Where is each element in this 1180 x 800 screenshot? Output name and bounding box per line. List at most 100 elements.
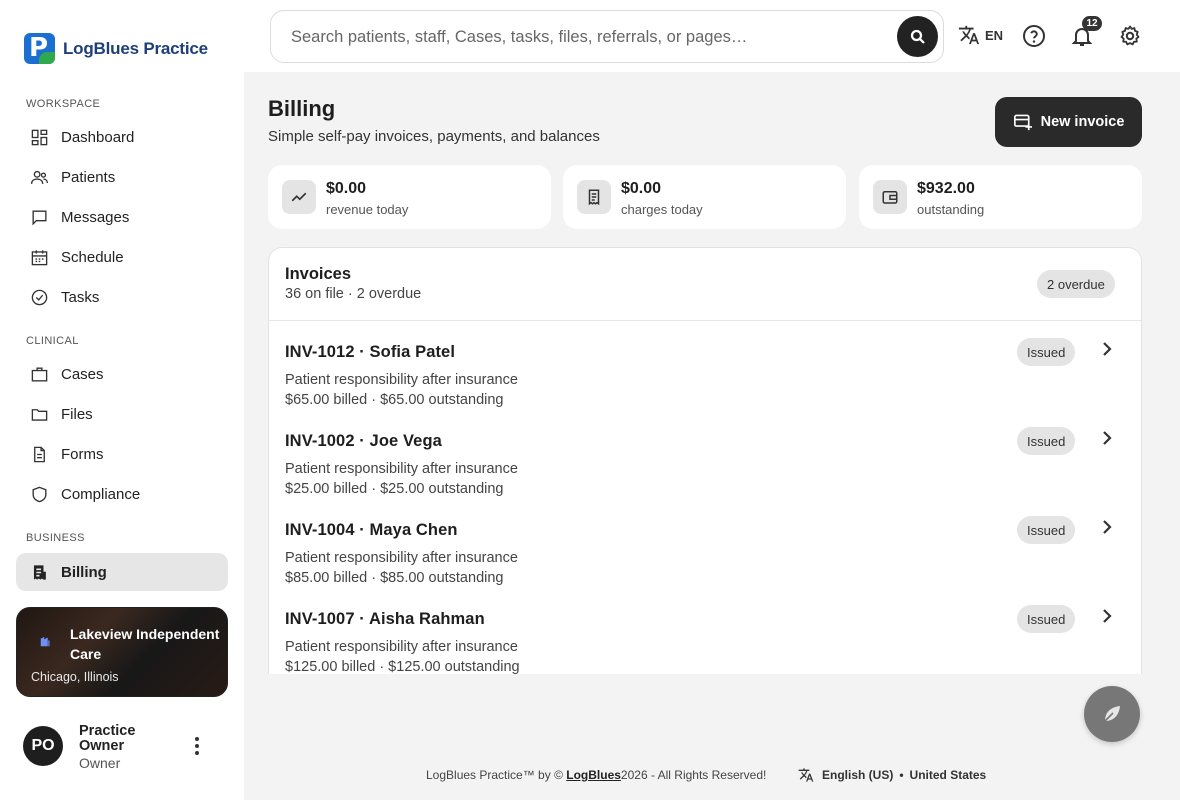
sidebar-item-dashboard[interactable]: Dashboard: [16, 118, 228, 156]
sidebar-item-files[interactable]: Files: [16, 395, 228, 433]
invoice-title: INV-1002 · Joe Vega: [285, 432, 442, 450]
language-switcher[interactable]: EN: [958, 24, 1003, 46]
search-placeholder: Search patients, staff, Cases, tasks, fi…: [291, 28, 748, 46]
footer-brand-link[interactable]: LogBlues: [566, 768, 621, 782]
invoice-title: INV-1004 · Maya Chen: [285, 521, 458, 539]
invoice-amounts: $85.00 billed · $85.00 outstanding: [285, 570, 504, 586]
new-invoice-label: New invoice: [1040, 114, 1125, 130]
shield-icon: [30, 485, 49, 504]
stat-card-revenue: $0.00 revenue today: [268, 165, 551, 229]
wallet-icon: [873, 180, 907, 214]
document-icon: [30, 445, 49, 464]
sidebar-item-label: Schedule: [61, 248, 124, 266]
sidebar-item-billing[interactable]: Billing: [16, 553, 228, 591]
search-button[interactable]: [897, 16, 938, 57]
invoice-row[interactable]: INV-1012 · Sofia Patel Patient responsib…: [269, 329, 1141, 418]
stat-value: $0.00: [621, 180, 662, 197]
footer-prefix: LogBlues Practice™ by ©: [426, 768, 563, 782]
footer-language[interactable]: English (US) • United States: [798, 767, 986, 783]
footer-suffix: 2026 - All Rights Reserved!: [620, 768, 767, 782]
sidebar-item-label: Messages: [61, 208, 130, 226]
sidebar-item-forms[interactable]: Forms: [16, 435, 228, 473]
chevron-right-icon[interactable]: [1099, 341, 1115, 357]
chevron-right-icon[interactable]: [1099, 519, 1115, 535]
sidebar-item-label: Compliance: [61, 485, 141, 503]
receipt-icon: [30, 563, 49, 582]
briefcase-icon: [30, 365, 49, 384]
chevron-right-icon[interactable]: [1099, 608, 1115, 624]
help-icon[interactable]: [1022, 24, 1046, 48]
search-icon: [910, 29, 925, 44]
invoice-row[interactable]: INV-1002 · Joe Vega Patient responsibili…: [269, 418, 1141, 507]
practice-name: Lakeview Independent Care: [70, 626, 220, 662]
add-card-icon: [1013, 114, 1032, 131]
sidebar-item-messages[interactable]: Messages: [16, 198, 228, 236]
sidebar-item-label: Forms: [61, 445, 104, 463]
brand-name: LogBlues Practice: [63, 38, 208, 58]
sidebar-item-patients[interactable]: Patients: [16, 158, 228, 196]
footer-separator: •: [899, 768, 904, 782]
divider: [269, 320, 1141, 321]
translate-icon: [958, 25, 980, 45]
folder-icon: [30, 405, 49, 424]
page-subtitle: Simple self-pay invoices, payments, and …: [268, 128, 600, 145]
invoice-amounts: $65.00 billed · $65.00 outstanding: [285, 392, 504, 408]
leaf-icon: [1104, 706, 1120, 722]
invoice-amounts: $25.00 billed · $25.00 outstanding: [285, 481, 504, 497]
sidebar-item-label: Cases: [61, 365, 104, 383]
building-icon: [40, 636, 50, 647]
logo-icon: P: [24, 33, 55, 64]
invoice-description: Patient responsibility after insurance: [285, 372, 518, 388]
practice-card[interactable]: Lakeview Independent Care Chicago, Illin…: [16, 607, 228, 697]
new-invoice-button[interactable]: New invoice: [995, 97, 1142, 147]
more-vertical-icon[interactable]: [193, 736, 201, 756]
sidebar: P LogBlues Practice WORKSPACE Dashboard …: [0, 0, 244, 800]
footer-country: United States: [909, 768, 987, 782]
stat-label: charges today: [621, 202, 703, 217]
chat-icon: [30, 208, 49, 227]
section-label-workspace: WORKSPACE: [26, 98, 101, 110]
topbar: Search patients, staff, Cases, tasks, fi…: [244, 0, 1180, 72]
status-badge: Issued: [1017, 427, 1076, 455]
invoices-title: Invoices: [285, 265, 352, 283]
status-badge: Issued: [1017, 338, 1076, 366]
receipt-icon: [577, 180, 611, 214]
user-name: Practice Owner: [79, 723, 136, 754]
invoice-title: INV-1007 · Aisha Rahman: [285, 610, 485, 628]
sidebar-item-label: Dashboard: [61, 128, 135, 146]
check-circle-icon: [30, 288, 49, 307]
sidebar-item-cases[interactable]: Cases: [16, 355, 228, 393]
chevron-right-icon[interactable]: [1099, 430, 1115, 446]
trend-icon: [282, 180, 316, 214]
invoice-title: INV-1012 · Sofia Patel: [285, 343, 456, 361]
invoice-description: Patient responsibility after insurance: [285, 550, 518, 566]
notification-badge: 12: [1082, 16, 1102, 31]
invoice-row[interactable]: INV-1004 · Maya Chen Patient responsibil…: [269, 507, 1141, 596]
user-role: Owner: [79, 755, 121, 771]
dashboard-icon: [30, 128, 49, 147]
stat-card-outstanding: $932.00 outstanding: [859, 165, 1142, 229]
language-code: EN: [985, 27, 1004, 43]
assistant-fab[interactable]: [1084, 686, 1140, 742]
sidebar-item-label: Tasks: [61, 288, 100, 306]
invoices-subtitle: 36 on file · 2 overdue: [285, 286, 422, 302]
user-profile[interactable]: PO Practice Owner Owner: [23, 722, 223, 774]
status-badge: Issued: [1017, 516, 1076, 544]
footer-copyright: LogBlues Practice™ by © LogBlues 2026 - …: [426, 768, 766, 782]
sidebar-item-label: Files: [61, 405, 93, 423]
gear-icon[interactable]: [1118, 24, 1142, 48]
search-input[interactable]: Search patients, staff, Cases, tasks, fi…: [270, 10, 944, 63]
brand-logo[interactable]: P LogBlues Practice: [24, 33, 208, 64]
practice-location: Chicago, Illinois: [31, 670, 119, 684]
section-label-clinical: CLINICAL: [26, 335, 79, 347]
footer-language-label: English (US): [822, 768, 894, 782]
invoice-row[interactable]: INV-1007 · Aisha Rahman Patient responsi…: [269, 596, 1141, 674]
overdue-badge[interactable]: 2 overdue: [1037, 270, 1115, 298]
sidebar-item-schedule[interactable]: Schedule: [16, 238, 228, 276]
avatar: PO: [23, 726, 63, 766]
sidebar-item-compliance[interactable]: Compliance: [16, 475, 228, 513]
sidebar-item-tasks[interactable]: Tasks: [16, 278, 228, 316]
invoice-description: Patient responsibility after insurance: [285, 461, 518, 477]
sidebar-item-label: Patients: [61, 168, 116, 186]
invoice-description: Patient responsibility after insurance: [285, 639, 518, 655]
